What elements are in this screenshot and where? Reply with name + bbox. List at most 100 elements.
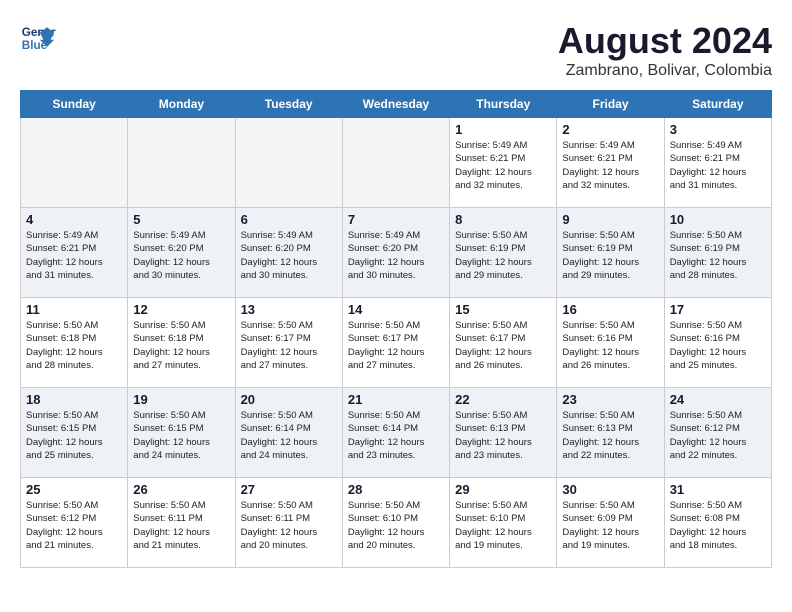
day-number: 9 — [562, 212, 658, 227]
table-row: 27Sunrise: 5:50 AM Sunset: 6:11 PM Dayli… — [235, 478, 342, 568]
day-info: Sunrise: 5:50 AM Sunset: 6:11 PM Dayligh… — [133, 499, 229, 552]
day-info: Sunrise: 5:50 AM Sunset: 6:13 PM Dayligh… — [562, 409, 658, 462]
col-wednesday: Wednesday — [342, 91, 449, 118]
day-info: Sunrise: 5:50 AM Sunset: 6:18 PM Dayligh… — [133, 319, 229, 372]
table-row: 1 Sunrise: 5:49 AM Sunset: 6:21 PM Daylig… — [450, 118, 557, 208]
day-info: Sunrise: 5:50 AM Sunset: 6:16 PM Dayligh… — [670, 319, 766, 372]
day-info: Sunrise: 5:49 AM Sunset: 6:21 PM Dayligh… — [26, 229, 122, 282]
day-info: Sunrise: 5:49 AM Sunset: 6:20 PM Dayligh… — [348, 229, 444, 282]
table-row: 4 Sunrise: 5:49 AM Sunset: 6:21 PM Daylig… — [21, 208, 128, 298]
day-number: 17 — [670, 302, 766, 317]
day-info: Sunrise: 5:50 AM Sunset: 6:18 PM Dayligh… — [26, 319, 122, 372]
table-row: 6 Sunrise: 5:49 AM Sunset: 6:20 PM Daylig… — [235, 208, 342, 298]
col-thursday: Thursday — [450, 91, 557, 118]
day-info: Sunrise: 5:50 AM Sunset: 6:15 PM Dayligh… — [26, 409, 122, 462]
day-info: Sunrise: 5:50 AM Sunset: 6:12 PM Dayligh… — [670, 409, 766, 462]
day-number: 2 — [562, 122, 658, 137]
day-info: Sunrise: 5:49 AM Sunset: 6:20 PM Dayligh… — [133, 229, 229, 282]
table-row: 29 Sunrise: 5:50 AM Sunset: 6:10 PM Dayli… — [450, 478, 557, 568]
table-row: 19 Sunrise: 5:50 AM Sunset: 6:15 PM Dayli… — [128, 388, 235, 478]
day-number: 11 — [26, 302, 122, 317]
calendar-subtitle: Zambrano, Bolivar, Colombia — [558, 62, 772, 80]
day-info: Sunrise: 5:50 AM Sunset: 6:14 PM Dayligh… — [241, 409, 337, 462]
day-info: Sunrise: 5:50 AM Sunset: 6:10 PM Dayligh… — [348, 499, 444, 552]
day-number: 3 — [670, 122, 766, 137]
table-row — [235, 118, 342, 208]
table-row: 20 Sunrise: 5:50 AM Sunset: 6:14 PM Dayli… — [235, 388, 342, 478]
table-row: 15Sunrise: 5:50 AM Sunset: 6:17 PM Dayli… — [450, 298, 557, 388]
day-number: 19 — [133, 392, 229, 407]
day-number: 5 — [133, 212, 229, 227]
day-number: 30 — [562, 482, 658, 497]
calendar-title: August 2024 — [558, 20, 772, 62]
calendar-week-row: 1 Sunrise: 5:49 AM Sunset: 6:21 PM Daylig… — [21, 118, 772, 208]
table-row: 17 Sunrise: 5:50 AM Sunset: 6:16 PM Dayli… — [664, 298, 771, 388]
logo: General Blue — [20, 20, 56, 56]
day-number: 21 — [348, 392, 444, 407]
day-info: Sunrise: 5:50 AM Sunset: 6:09 PM Dayligh… — [562, 499, 658, 552]
day-info: Sunrise: 5:50 AM Sunset: 6:13 PM Dayligh… — [455, 409, 551, 462]
table-row: 11 Sunrise: 5:50 AM Sunset: 6:18 PM Dayli… — [21, 298, 128, 388]
calendar-week-row: 25 Sunrise: 5:50 AM Sunset: 6:12 PM Dayli… — [21, 478, 772, 568]
table-row: 26 Sunrise: 5:50 AM Sunset: 6:11 PM Dayli… — [128, 478, 235, 568]
day-number: 10 — [670, 212, 766, 227]
day-number: 8 — [455, 212, 551, 227]
day-info: Sunrise: 5:50 AM Sunset: 6:14 PM Dayligh… — [348, 409, 444, 462]
day-number: 6 — [241, 212, 337, 227]
day-info: Sunrise: 5:49 AM Sunset: 6:21 PM Dayligh… — [670, 139, 766, 192]
table-row — [128, 118, 235, 208]
day-number: 28 — [348, 482, 444, 497]
table-row: 13Sunrise: 5:50 AM Sunset: 6:17 PM Dayli… — [235, 298, 342, 388]
page-header: General Blue August 2024 Zambrano, Boliv… — [20, 20, 772, 80]
table-row — [21, 118, 128, 208]
table-row: 12 Sunrise: 5:50 AM Sunset: 6:18 PM Dayli… — [128, 298, 235, 388]
day-number: 24 — [670, 392, 766, 407]
day-number: 22 — [455, 392, 551, 407]
col-saturday: Saturday — [664, 91, 771, 118]
col-sunday: Sunday — [21, 91, 128, 118]
col-friday: Friday — [557, 91, 664, 118]
day-number: 4 — [26, 212, 122, 227]
day-number: 7 — [348, 212, 444, 227]
day-number: 29 — [455, 482, 551, 497]
day-number: 26 — [133, 482, 229, 497]
calendar-week-row: 4 Sunrise: 5:49 AM Sunset: 6:21 PM Daylig… — [21, 208, 772, 298]
day-info: Sunrise: 5:49 AM Sunset: 6:21 PM Dayligh… — [455, 139, 551, 192]
table-row: 16Sunrise: 5:50 AM Sunset: 6:16 PM Dayli… — [557, 298, 664, 388]
table-row: 8 Sunrise: 5:50 AM Sunset: 6:19 PM Daylig… — [450, 208, 557, 298]
day-number: 16 — [562, 302, 658, 317]
table-row: 2 Sunrise: 5:49 AM Sunset: 6:21 PM Daylig… — [557, 118, 664, 208]
day-number: 25 — [26, 482, 122, 497]
title-area: August 2024 Zambrano, Bolivar, Colombia — [558, 20, 772, 80]
day-info: Sunrise: 5:50 AM Sunset: 6:12 PM Dayligh… — [26, 499, 122, 552]
day-info: Sunrise: 5:50 AM Sunset: 6:17 PM Dayligh… — [241, 319, 337, 372]
table-row: 22 Sunrise: 5:50 AM Sunset: 6:13 PM Dayli… — [450, 388, 557, 478]
day-info: Sunrise: 5:49 AM Sunset: 6:20 PM Dayligh… — [241, 229, 337, 282]
table-row: 14Sunrise: 5:50 AM Sunset: 6:17 PM Dayli… — [342, 298, 449, 388]
day-info: Sunrise: 5:49 AM Sunset: 6:21 PM Dayligh… — [562, 139, 658, 192]
table-row: 21 Sunrise: 5:50 AM Sunset: 6:14 PM Dayli… — [342, 388, 449, 478]
table-row: 25 Sunrise: 5:50 AM Sunset: 6:12 PM Dayli… — [21, 478, 128, 568]
table-row: 23Sunrise: 5:50 AM Sunset: 6:13 PM Dayli… — [557, 388, 664, 478]
table-row: 24 Sunrise: 5:50 AM Sunset: 6:12 PM Dayli… — [664, 388, 771, 478]
col-tuesday: Tuesday — [235, 91, 342, 118]
day-number: 18 — [26, 392, 122, 407]
day-number: 12 — [133, 302, 229, 317]
day-info: Sunrise: 5:50 AM Sunset: 6:10 PM Dayligh… — [455, 499, 551, 552]
table-row — [342, 118, 449, 208]
table-row: 3 Sunrise: 5:49 AM Sunset: 6:21 PM Daylig… — [664, 118, 771, 208]
table-row: 7 Sunrise: 5:49 AM Sunset: 6:20 PM Daylig… — [342, 208, 449, 298]
day-number: 20 — [241, 392, 337, 407]
table-row: 9Sunrise: 5:50 AM Sunset: 6:19 PM Daylig… — [557, 208, 664, 298]
day-info: Sunrise: 5:50 AM Sunset: 6:19 PM Dayligh… — [455, 229, 551, 282]
calendar-week-row: 11 Sunrise: 5:50 AM Sunset: 6:18 PM Dayli… — [21, 298, 772, 388]
day-info: Sunrise: 5:50 AM Sunset: 6:19 PM Dayligh… — [670, 229, 766, 282]
table-row: 30 Sunrise: 5:50 AM Sunset: 6:09 PM Dayli… — [557, 478, 664, 568]
day-number: 31 — [670, 482, 766, 497]
day-info: Sunrise: 5:50 AM Sunset: 6:17 PM Dayligh… — [455, 319, 551, 372]
day-info: Sunrise: 5:50 AM Sunset: 6:15 PM Dayligh… — [133, 409, 229, 462]
day-number: 27 — [241, 482, 337, 497]
calendar-week-row: 18 Sunrise: 5:50 AM Sunset: 6:15 PM Dayli… — [21, 388, 772, 478]
day-number: 1 — [455, 122, 551, 137]
day-info: Sunrise: 5:50 AM Sunset: 6:08 PM Dayligh… — [670, 499, 766, 552]
